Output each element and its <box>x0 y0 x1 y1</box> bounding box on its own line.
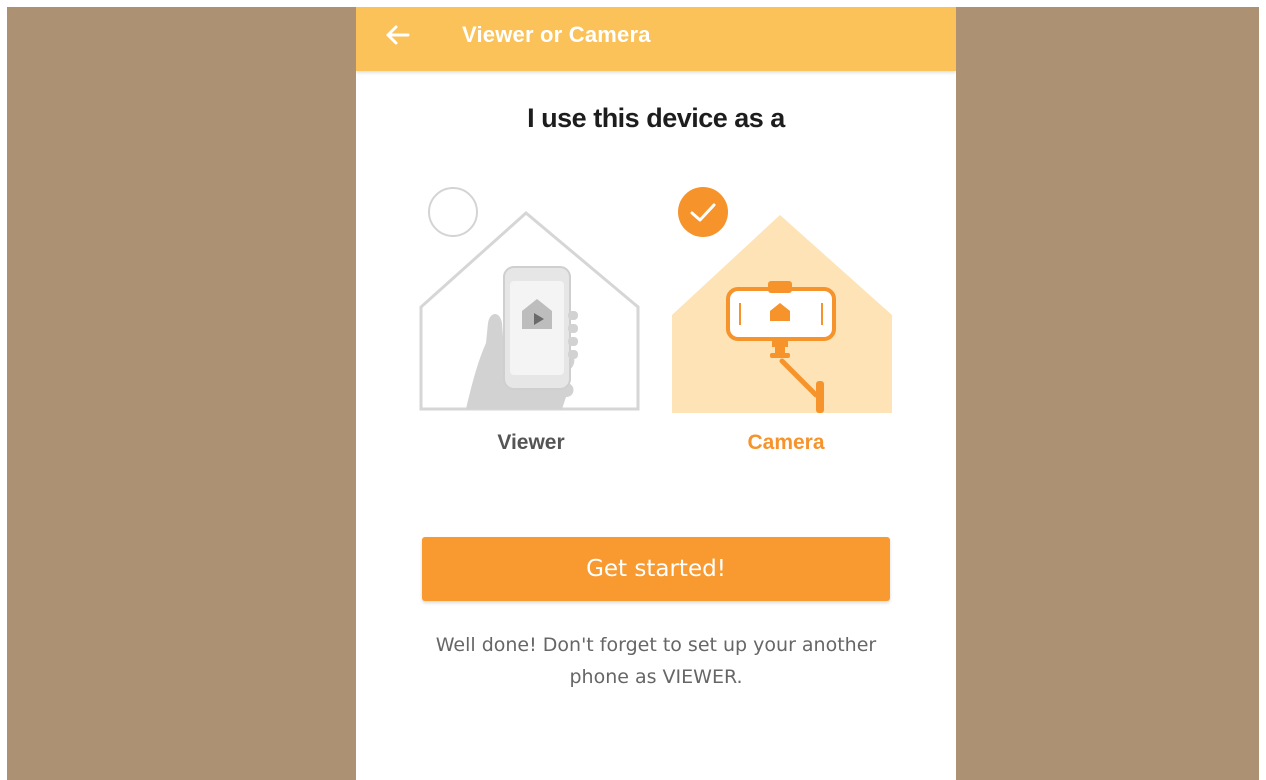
option-label-viewer: Viewer <box>497 431 565 454</box>
checkmark-icon <box>690 203 716 222</box>
arrow-left-icon <box>386 25 410 45</box>
option-camera[interactable]: Camera <box>666 183 906 473</box>
page-title: Viewer or Camera <box>462 22 651 47</box>
setup-hint-line-1: Well done! Don't forget to set up your a… <box>435 634 877 656</box>
setup-hint: Well done! Don't forget to set up your a… <box>386 629 926 693</box>
get-started-button[interactable]: Get started! <box>422 537 890 601</box>
back-button[interactable] <box>378 19 418 59</box>
option-label-camera: Camera <box>747 431 825 454</box>
setup-hint-line-2: phone as VIEWER. <box>569 666 743 688</box>
prompt-heading: I use this device as a <box>527 103 785 133</box>
camera-radio-checked[interactable] <box>678 187 728 237</box>
option-viewer[interactable]: Viewer <box>416 183 646 473</box>
app-screen: Viewer or Camera I use this device as a … <box>356 7 956 780</box>
viewer-radio[interactable] <box>428 187 478 237</box>
app-bar: Viewer or Camera <box>356 7 956 71</box>
